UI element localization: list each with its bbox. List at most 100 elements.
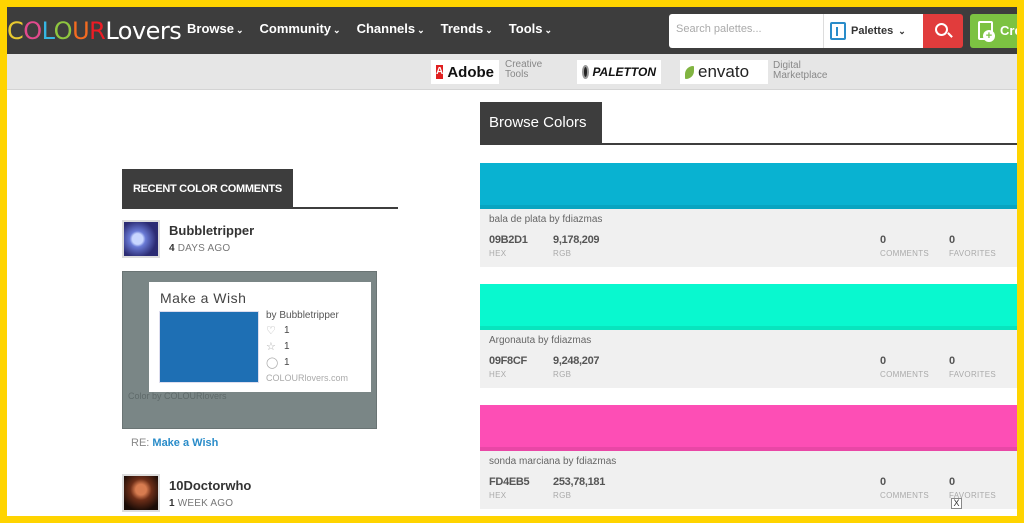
hex-value: 09B2D1 (489, 234, 528, 246)
search-input[interactable]: Search palettes... (669, 14, 823, 48)
rgb-value: 9,178,209 (553, 234, 600, 246)
color-row[interactable]: sonda marciana by fdiazmas FD4EB5 HEX 25… (480, 405, 1017, 509)
rgb-value: 9,248,207 (553, 355, 600, 367)
favorites-label: FAVORITES (949, 370, 997, 379)
sponsor-paletton[interactable]: PALETTON (577, 60, 661, 84)
color-name[interactable]: sonda marciana (489, 456, 560, 467)
color-swatch (159, 311, 259, 383)
search-icon-handle (947, 32, 953, 38)
close-icon[interactable]: X (951, 498, 962, 509)
comments-count: 0 (880, 234, 886, 246)
comment-time-num: 1 (169, 498, 175, 509)
comments-count: 0 (880, 476, 886, 488)
sponsor-desc-line: Marketplace (773, 70, 828, 81)
color-row[interactable]: bala de plata by fdiazmas 09B2D1 HEX 9,1… (480, 163, 1017, 267)
nav-community[interactable]: Community ⌄ (260, 21, 341, 36)
chevron-down-icon: ⌄ (235, 25, 244, 35)
comment-username[interactable]: 10Doctorwho (169, 478, 251, 493)
card-site: COLOURlovers.com (266, 373, 349, 383)
search-icon (935, 23, 948, 36)
color-swatch[interactable] (480, 405, 1017, 451)
chevron-down-icon: ⌄ (485, 25, 493, 35)
nav-label: Tools (508, 21, 543, 36)
logo-suffix: Lovers (105, 17, 182, 45)
card-title: Make a Wish (160, 290, 247, 306)
card-favorites: ☆ 1 (266, 340, 290, 353)
swatch-shade (480, 205, 1017, 209)
card-comments: ◯ 1 (266, 356, 290, 369)
comment-icon: ◯ (266, 357, 279, 369)
create-label: Cre (1000, 23, 1022, 38)
top-navbar: COLOURLovers Browse ⌄ Community ⌄ Channels… (7, 7, 1017, 54)
comment-time-unit: WEEK AGO (177, 498, 234, 509)
card-loves: ♡ 1 (266, 324, 290, 337)
page-frame: COLOURLovers Browse ⌄ Community ⌄ Channels… (0, 0, 1024, 523)
card-credit[interactable]: Color by COLOURlovers (128, 391, 227, 401)
comment-time: 1 WEEK AGO (169, 498, 233, 509)
color-swatch[interactable] (480, 284, 1017, 330)
color-author[interactable]: by fdiazmas (538, 335, 591, 346)
color-author[interactable]: by fdiazmas (563, 456, 616, 467)
browse-colors-heading: Browse Colors (480, 102, 602, 144)
logo-letter: C (7, 17, 24, 45)
comment-username[interactable]: Bubbletripper (169, 223, 254, 238)
color-author[interactable]: by fdiazmas (549, 214, 602, 225)
chevron-down-icon: ⌄ (898, 25, 906, 36)
logo-letter: U (72, 17, 90, 45)
hex-label: HEX (489, 491, 507, 500)
heart-icon: ♡ (266, 325, 276, 337)
stat-value: 1 (284, 325, 290, 336)
comment-time: 4 DAYS AGO (169, 243, 230, 254)
logo-letter: L (41, 17, 55, 45)
sponsor-desc-line: Tools (505, 69, 529, 80)
comment-time-unit: DAYS AGO (177, 243, 231, 254)
color-title: sonda marciana by fdiazmas (489, 456, 616, 467)
avatar[interactable] (122, 474, 160, 512)
search-scope-select[interactable]: Palettes ⌄ (823, 14, 923, 48)
star-icon: ☆ (266, 341, 276, 353)
sponsor-desc: Digital Marketplace (773, 61, 827, 81)
nav-label: Browse (187, 21, 234, 36)
color-swatch[interactable] (480, 163, 1017, 209)
comment-time-num: 4 (169, 243, 175, 254)
color-row[interactable]: Argonauta by fdiazmas 09F8CF HEX 9,248,2… (480, 284, 1017, 388)
hex-label: HEX (489, 370, 507, 379)
logo-letter: O (23, 17, 42, 45)
sponsor-adobe[interactable]: A Adobe (431, 60, 499, 84)
color-title: Argonauta by fdiazmas (489, 335, 591, 346)
sponsor-name: PALETTON (592, 65, 656, 79)
nav-label: Channels (356, 21, 416, 36)
color-name[interactable]: Argonauta (489, 335, 535, 346)
chevron-down-icon: ⌄ (417, 25, 425, 35)
hex-label: HEX (489, 249, 507, 258)
colourlovers-logo[interactable]: COLOURLovers (7, 17, 182, 45)
nav-channels[interactable]: Channels ⌄ (357, 21, 425, 36)
main-nav: Browse ⌄ Community ⌄ Channels ⌄ Trends ⌄ Too… (187, 21, 552, 36)
sponsor-desc: Creative Tools (505, 60, 542, 80)
reply-reference: RE: Make a Wish (131, 437, 218, 449)
sponsor-bar: A Adobe Creative Tools PALETTON envato D… (7, 54, 1017, 90)
card-author: by Bubbletripper (266, 310, 339, 321)
hex-value: 09F8CF (489, 355, 527, 367)
nav-browse[interactable]: Browse ⌄ (187, 21, 244, 36)
create-button[interactable]: + Cre (970, 14, 1022, 48)
chevron-down-icon: ⌄ (333, 25, 341, 35)
hex-value: FD4EB5 (489, 476, 530, 488)
comments-label: COMMENTS (880, 249, 930, 258)
stat-value: 1 (284, 341, 290, 352)
swatch-shade (480, 326, 1017, 330)
sponsor-name: envato (698, 62, 750, 81)
rgb-label: RGB (553, 249, 572, 258)
divider (480, 143, 1017, 145)
nav-trends[interactable]: Trends ⌄ (441, 21, 493, 36)
reply-link[interactable]: Make a Wish (152, 437, 218, 449)
comments-count: 0 (880, 355, 886, 367)
paletton-logo-icon (582, 65, 590, 79)
search-button[interactable] (923, 14, 963, 48)
sponsor-envato[interactable]: envato (680, 60, 768, 84)
color-name[interactable]: bala de plata (489, 214, 546, 225)
nav-tools[interactable]: Tools ⌄ (509, 21, 552, 36)
sponsor-name: Adobe (447, 63, 494, 81)
avatar[interactable] (122, 220, 160, 258)
color-card[interactable]: Make a Wish by Bubbletripper ♡ 1 ☆ 1 ◯ 1 CO… (149, 282, 371, 392)
